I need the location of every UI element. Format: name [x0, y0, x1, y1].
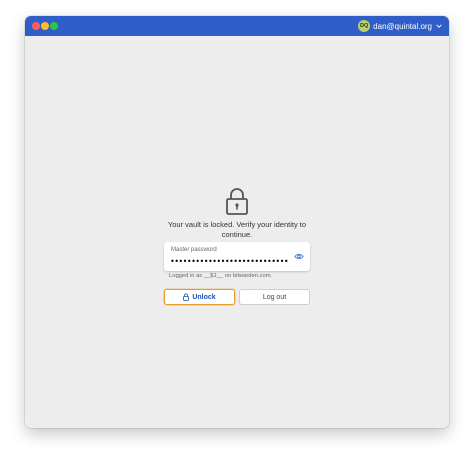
unlock-label: Unlock	[192, 293, 216, 301]
close-window-button[interactable]	[32, 22, 40, 30]
unlock-lock-icon	[183, 293, 190, 301]
logged-in-text: Logged in as __$1__ on bitwarden.com.	[169, 273, 273, 279]
master-password-input[interactable]	[170, 256, 288, 266]
master-password-field[interactable]: Master password	[164, 242, 310, 271]
eye-icon[interactable]	[294, 253, 304, 260]
app-window: DQ dan@quintal.org Your vault is locked.…	[25, 16, 449, 428]
title-bar: DQ dan@quintal.org	[25, 16, 449, 36]
avatar: DQ	[358, 20, 371, 32]
master-password-label: Master password	[171, 247, 217, 253]
chevron-down-icon	[436, 24, 442, 28]
account-email: dan@quintal.org	[373, 21, 432, 31]
maximize-window-button[interactable]	[50, 22, 58, 30]
logout-button[interactable]: Log out	[239, 289, 310, 305]
minimize-window-button[interactable]	[41, 22, 49, 30]
lock-icon	[226, 188, 248, 215]
logout-label: Log out	[262, 293, 287, 301]
lock-message: Your vault is locked. Verify your identi…	[167, 220, 307, 239]
lock-screen: Your vault is locked. Verify your identi…	[25, 36, 449, 428]
account-switcher[interactable]: DQ dan@quintal.org	[358, 19, 443, 33]
unlock-button[interactable]: Unlock	[164, 289, 235, 305]
